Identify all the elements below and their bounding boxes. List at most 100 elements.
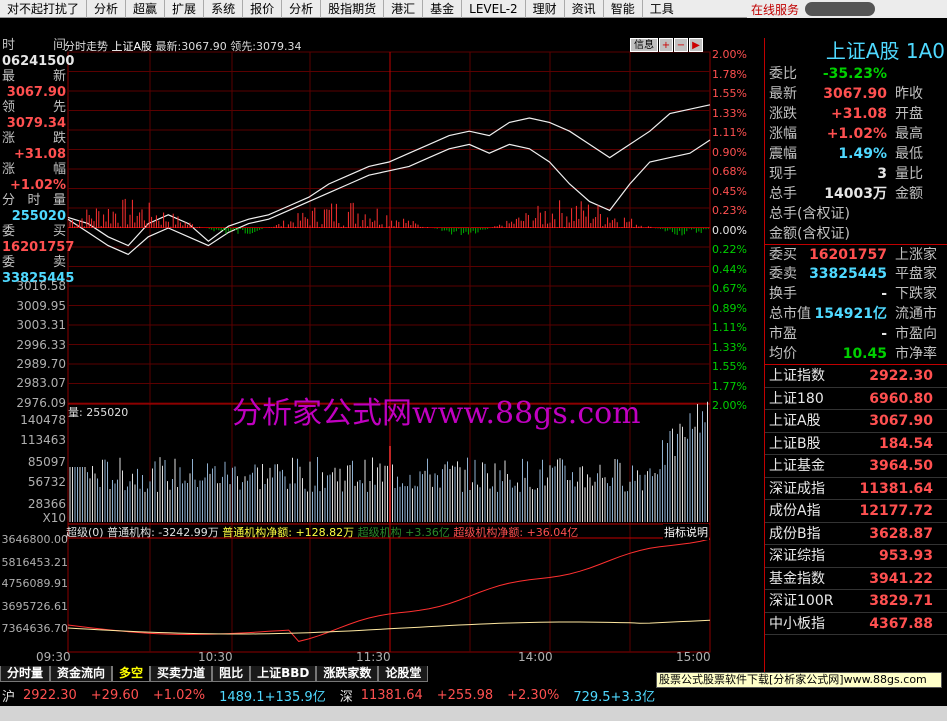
percent-tick: 1.33% — [712, 106, 747, 120]
quote-value: - — [881, 286, 887, 302]
quote-right-label: 最高 — [895, 126, 923, 142]
quote-right-label: 市盈向 — [895, 326, 937, 342]
bid-value: 16201757 — [2, 239, 75, 255]
price-tick: 2976.09 — [16, 396, 66, 410]
quote-row: 金额(含权证) — [765, 224, 947, 244]
index-row[interactable]: 上证基金 3964.50 — [765, 455, 947, 478]
quote-label: 市盈 — [769, 326, 797, 342]
index-value: 3067.90 — [869, 413, 933, 429]
quote-value: +1.02% — [826, 126, 887, 142]
quote-label: 涨跌 — [769, 106, 797, 122]
volume-tick: X10 — [42, 511, 67, 525]
tab-7[interactable]: 论股堂 — [378, 666, 429, 682]
index-row[interactable]: 上证指数 2922.30 — [765, 365, 947, 388]
index-value: 3628.87 — [869, 525, 933, 542]
bottom-tabs: 分时量 资金流向 多空 买卖力道 阻比 上证BBD 涨跌家数 论股堂 — [0, 666, 760, 682]
sz-change: +255.98 — [436, 687, 494, 703]
index-value: 184.54 — [878, 435, 933, 452]
quote-right-label: 流通市 — [895, 306, 937, 322]
index-name: 深证成指 — [769, 480, 825, 497]
quote-right-label: 市净率 — [895, 346, 937, 362]
quote-value: 10.45 — [842, 346, 887, 362]
index-name: 中小板指 — [769, 615, 825, 632]
percent-tick: 0.89% — [712, 301, 747, 315]
add-icon[interactable]: + — [659, 38, 673, 52]
tab-2[interactable]: 多空 — [112, 666, 151, 682]
quote-right-label: 量比 — [895, 166, 923, 182]
index-name: 上证180 — [769, 390, 824, 407]
volume-tick: 85097 — [27, 455, 66, 469]
quote-row: 总市值 154921亿 流通市 — [765, 304, 947, 324]
index-row[interactable]: 上证B股 184.54 — [765, 433, 947, 455]
index-row[interactable]: 上证A股 3067.90 — [765, 410, 947, 433]
quote-row: 委比 -35.23% — [765, 64, 947, 84]
percent-tick: 1.55% — [712, 87, 747, 100]
percent-tick: 0.00% — [712, 223, 747, 237]
super-net-line — [67, 538, 711, 642]
tab-0[interactable]: 分时量 — [0, 666, 51, 682]
time-tick: 15:00 — [676, 650, 711, 664]
index-row[interactable]: 深证综指 953.93 — [765, 545, 947, 568]
percent-tick: 0.22% — [712, 243, 747, 256]
indicator-tick: 3646800.00 — [1, 533, 68, 546]
price-tick: 3016.58 — [16, 279, 66, 293]
ad-banner[interactable]: 股票公式股票软件下载[分析家公式网]www.88gs.com — [656, 672, 942, 688]
quote-label: 委买 — [769, 247, 797, 263]
time-label: 时 间 — [2, 38, 66, 53]
index-list: 上证指数 2922.30 上证180 6960.80 上证A股 3067.90 上证B股 18… — [765, 364, 947, 635]
indicator-bar: 超级(0) 普通机构: -3242.99万 普通机构净额: +128.82万 超… — [66, 524, 709, 540]
index-row[interactable]: 成份A指 12177.72 — [765, 500, 947, 523]
index-value: 11381.64 — [859, 480, 933, 497]
percent-tick: 2.00% — [712, 48, 747, 61]
quote-right-label: 昨收 — [895, 86, 923, 102]
percent-tick: 1.78% — [712, 67, 747, 81]
pct-label: 涨 幅 — [2, 162, 66, 177]
volume-tick: 113463 — [20, 433, 66, 447]
index-row[interactable]: 中小板指 4367.88 — [765, 613, 947, 635]
index-row[interactable]: 深证100R 3829.71 — [765, 590, 947, 613]
tab-3[interactable]: 买卖力道 — [150, 666, 213, 682]
lead-label-left: 领 先 — [2, 100, 66, 115]
index-row[interactable]: 深证成指 11381.64 — [765, 478, 947, 500]
quote-value: 154921亿 — [814, 306, 887, 322]
info-button[interactable]: 信息 — [630, 38, 658, 52]
tab-4[interactable]: 阻比 — [212, 666, 251, 682]
latest-label-left: 最 新 — [2, 69, 66, 84]
volume-tick: 140478 — [20, 413, 66, 427]
sh-amount: 1489.1+135.9亿 — [219, 689, 326, 705]
watermark-text: 分析家公式网www.88gs.com — [232, 396, 641, 431]
time-tick: 11:30 — [356, 650, 391, 664]
price-series-0 — [67, 104, 711, 247]
index-row[interactable]: 成份B指 3628.87 — [765, 523, 947, 545]
tab-6[interactable]: 涨跌家数 — [316, 666, 379, 682]
volume-tick: 56732 — [27, 475, 66, 489]
quote-row: 最新 3067.90 昨收 — [765, 84, 947, 104]
sz-pct: +2.30% — [507, 687, 560, 703]
index-row[interactable]: 基金指数 3941.22 — [765, 568, 947, 590]
indicator-tick: 7364636.70 — [1, 622, 68, 635]
indicator-tick: 4756089.91 — [1, 577, 68, 590]
tab-5[interactable]: 上证BBD — [250, 666, 317, 682]
quote-right-label: 下跌家 — [895, 286, 937, 302]
tab-1[interactable]: 资金流向 — [50, 666, 113, 682]
indicator-help-button[interactable]: 指标说明 — [663, 524, 709, 540]
quote-row: 总手(含权证) — [765, 204, 947, 224]
quote-value: 16201757 — [809, 247, 887, 263]
quote-label: 总手 — [769, 186, 797, 202]
quote-row: 涨跌 +31.08 开盘 — [765, 104, 947, 124]
price-tick: 3003.31 — [16, 318, 66, 332]
percent-tick: 1.11% — [712, 321, 747, 334]
quote-label: 金额(含权证) — [769, 226, 850, 242]
percent-tick: 1.77% — [712, 379, 747, 393]
change-label: 涨 跌 — [2, 131, 66, 146]
quote-row: 现手 3 量比 — [765, 164, 947, 184]
bid-label: 委 买 — [2, 224, 66, 239]
percent-tick: 0.67% — [712, 282, 747, 295]
time-value: 06241500 — [2, 53, 75, 69]
right-arrow-icon[interactable]: ▶ — [689, 38, 703, 52]
quote-value: -35.23% — [822, 66, 887, 82]
change-value: +31.08 — [13, 146, 66, 162]
minus-icon[interactable]: − — [674, 38, 688, 52]
index-row[interactable]: 上证180 6960.80 — [765, 388, 947, 410]
index-name: 深证100R — [769, 593, 834, 609]
